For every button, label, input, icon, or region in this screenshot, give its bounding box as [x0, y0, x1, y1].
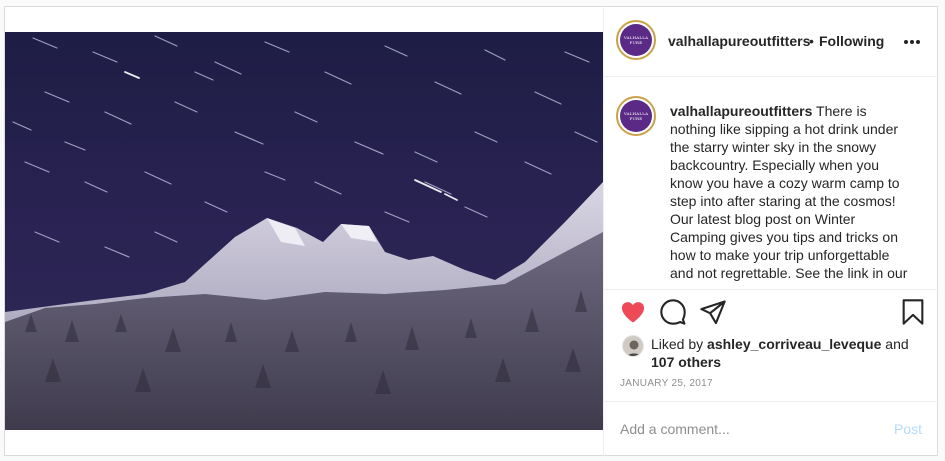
comment-input[interactable]: [620, 418, 870, 440]
post-header: VALHALLA PURE valhallapureoutfitters • F…: [604, 6, 938, 77]
others-link[interactable]: 107 others: [651, 354, 721, 370]
post-date[interactable]: JANUARY 25, 2017: [620, 378, 713, 389]
liker-avatar[interactable]: [622, 335, 644, 357]
action-bar: [604, 298, 938, 328]
night-sky-mountain-image: [5, 32, 603, 430]
brand-logo: VALHALLA PURE: [620, 100, 652, 132]
caption-text: valhallapureoutfitters There is nothing …: [670, 102, 912, 282]
heart-icon[interactable]: [619, 298, 647, 326]
avatar[interactable]: VALHALLA PURE: [616, 20, 656, 60]
likes-summary: Liked by ashley_corriveau_leveque and 10…: [622, 334, 922, 374]
post-photo[interactable]: [5, 32, 603, 430]
comment-form: Post: [604, 401, 938, 456]
caption-section: VALHALLA PURE valhallapureoutfitters The…: [604, 78, 938, 290]
post-comment-button[interactable]: Post: [894, 421, 922, 437]
separator-dot: •: [809, 33, 814, 49]
username-link[interactable]: valhallapureoutfitters: [668, 33, 810, 49]
brand-logo: VALHALLA PURE: [620, 24, 652, 56]
likes-text: Liked by ashley_corriveau_leveque and 10…: [651, 335, 921, 371]
bookmark-icon[interactable]: [899, 298, 927, 326]
and-label: and: [885, 336, 909, 352]
more-options-icon[interactable]: [904, 40, 920, 44]
paper-plane-icon[interactable]: [699, 298, 727, 326]
caption-body: There is nothing like sipping a hot drin…: [670, 103, 908, 281]
caption-username-link[interactable]: valhallapureoutfitters: [670, 103, 812, 119]
following-button[interactable]: Following: [819, 33, 884, 49]
comment-icon[interactable]: [659, 298, 687, 326]
liked-by-label: Liked by: [651, 336, 704, 352]
post-side-panel: VALHALLA PURE valhallapureoutfitters • F…: [603, 6, 938, 456]
liker-username-link[interactable]: ashley_corriveau_leveque: [707, 336, 881, 352]
caption-avatar[interactable]: VALHALLA PURE: [616, 96, 656, 136]
